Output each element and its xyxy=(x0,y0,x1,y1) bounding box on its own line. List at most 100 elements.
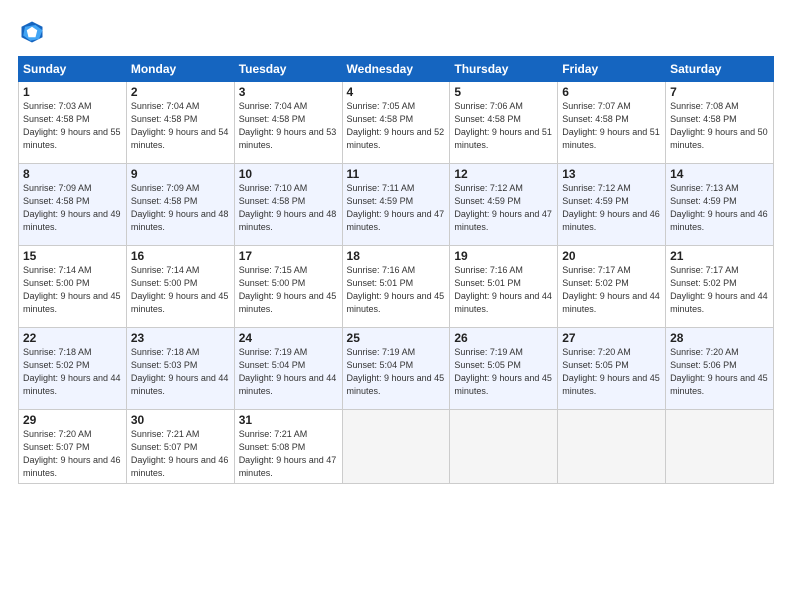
day-number: 30 xyxy=(131,413,230,427)
calendar-cell: 15 Sunrise: 7:14 AMSunset: 5:00 PMDayligh… xyxy=(19,246,127,328)
cell-info: Sunrise: 7:20 AMSunset: 5:05 PMDaylight:… xyxy=(562,347,660,396)
day-number: 25 xyxy=(347,331,446,345)
cell-info: Sunrise: 7:14 AMSunset: 5:00 PMDaylight:… xyxy=(23,265,121,314)
day-number: 10 xyxy=(239,167,338,181)
calendar-cell: 3Sunrise: 7:04 AMSunset: 4:58 PMDaylight… xyxy=(234,82,342,164)
cell-info: Sunrise: 7:20 AMSunset: 5:07 PMDaylight:… xyxy=(23,429,121,478)
day-number: 15 xyxy=(23,249,122,263)
calendar-cell: 16 Sunrise: 7:14 AMSunset: 5:00 PMDayligh… xyxy=(126,246,234,328)
day-number: 16 xyxy=(131,249,230,263)
cell-info: Sunrise: 7:11 AMSunset: 4:59 PMDaylight:… xyxy=(347,183,445,232)
cell-info: Sunrise: 7:19 AMSunset: 5:04 PMDaylight:… xyxy=(239,347,337,396)
cell-info: Sunrise: 7:19 AMSunset: 5:05 PMDaylight:… xyxy=(454,347,552,396)
day-number: 6 xyxy=(562,85,661,99)
cell-info: Sunrise: 7:17 AMSunset: 5:02 PMDaylight:… xyxy=(670,265,768,314)
calendar-cell: 18 Sunrise: 7:16 AMSunset: 5:01 PMDayligh… xyxy=(342,246,450,328)
calendar-cell: 24 Sunrise: 7:19 AMSunset: 5:04 PMDayligh… xyxy=(234,328,342,410)
cell-info: Sunrise: 7:12 AMSunset: 4:59 PMDaylight:… xyxy=(562,183,660,232)
cell-info: Sunrise: 7:17 AMSunset: 5:02 PMDaylight:… xyxy=(562,265,660,314)
calendar-cell: 13 Sunrise: 7:12 AMSunset: 4:59 PMDayligh… xyxy=(558,164,666,246)
calendar-cell: 7 Sunrise: 7:08 AMSunset: 4:58 PMDaylight… xyxy=(666,82,774,164)
day-header-friday: Friday xyxy=(558,57,666,82)
day-number: 19 xyxy=(454,249,553,263)
cell-info: Sunrise: 7:15 AMSunset: 5:00 PMDaylight:… xyxy=(239,265,337,314)
cell-info: Sunrise: 7:21 AMSunset: 5:08 PMDaylight:… xyxy=(239,429,337,478)
cell-info: Sunrise: 7:03 AMSunset: 4:58 PMDaylight:… xyxy=(23,101,121,150)
day-header-sunday: Sunday xyxy=(19,57,127,82)
calendar-cell: 5 Sunrise: 7:06 AMSunset: 4:58 PMDaylight… xyxy=(450,82,558,164)
calendar-cell: 10 Sunrise: 7:10 AMSunset: 4:58 PMDayligh… xyxy=(234,164,342,246)
day-header-saturday: Saturday xyxy=(666,57,774,82)
day-number: 28 xyxy=(670,331,769,345)
calendar-cell: 12Sunrise: 7:12 AMSunset: 4:59 PMDayligh… xyxy=(450,164,558,246)
cell-info: Sunrise: 7:08 AMSunset: 4:58 PMDaylight:… xyxy=(670,101,768,150)
calendar-page: SundayMondayTuesdayWednesdayThursdayFrid… xyxy=(0,0,792,612)
day-number: 27 xyxy=(562,331,661,345)
calendar-cell: 1Sunrise: 7:03 AMSunset: 4:58 PMDaylight… xyxy=(19,82,127,164)
day-number: 22 xyxy=(23,331,122,345)
day-number: 2 xyxy=(131,85,230,99)
cell-info: Sunrise: 7:09 AMSunset: 4:58 PMDaylight:… xyxy=(131,183,229,232)
calendar-cell: 21 Sunrise: 7:17 AMSunset: 5:02 PMDayligh… xyxy=(666,246,774,328)
calendar-cell: 30 Sunrise: 7:21 AMSunset: 5:07 PMDayligh… xyxy=(126,410,234,484)
cell-info: Sunrise: 7:16 AMSunset: 5:01 PMDaylight:… xyxy=(347,265,445,314)
calendar-cell: 27 Sunrise: 7:20 AMSunset: 5:05 PMDayligh… xyxy=(558,328,666,410)
calendar-cell: 23Sunrise: 7:18 AMSunset: 5:03 PMDayligh… xyxy=(126,328,234,410)
day-number: 26 xyxy=(454,331,553,345)
day-number: 12 xyxy=(454,167,553,181)
cell-info: Sunrise: 7:04 AMSunset: 4:58 PMDaylight:… xyxy=(131,101,229,150)
day-header-thursday: Thursday xyxy=(450,57,558,82)
calendar-cell xyxy=(666,410,774,484)
day-number: 13 xyxy=(562,167,661,181)
calendar-cell xyxy=(558,410,666,484)
day-number: 17 xyxy=(239,249,338,263)
day-number: 7 xyxy=(670,85,769,99)
header xyxy=(18,18,774,46)
calendar-cell: 11 Sunrise: 7:11 AMSunset: 4:59 PMDayligh… xyxy=(342,164,450,246)
calendar-cell: 22 Sunrise: 7:18 AMSunset: 5:02 PMDayligh… xyxy=(19,328,127,410)
day-number: 18 xyxy=(347,249,446,263)
cell-info: Sunrise: 7:21 AMSunset: 5:07 PMDaylight:… xyxy=(131,429,229,478)
calendar-cell: 17 Sunrise: 7:15 AMSunset: 5:00 PMDayligh… xyxy=(234,246,342,328)
calendar-table: SundayMondayTuesdayWednesdayThursdayFrid… xyxy=(18,56,774,484)
cell-info: Sunrise: 7:05 AMSunset: 4:58 PMDaylight:… xyxy=(347,101,445,150)
day-number: 5 xyxy=(454,85,553,99)
cell-info: Sunrise: 7:06 AMSunset: 4:58 PMDaylight:… xyxy=(454,101,552,150)
calendar-cell: 9 Sunrise: 7:09 AMSunset: 4:58 PMDaylight… xyxy=(126,164,234,246)
cell-info: Sunrise: 7:10 AMSunset: 4:58 PMDaylight:… xyxy=(239,183,337,232)
day-number: 4 xyxy=(347,85,446,99)
logo xyxy=(18,18,50,46)
cell-info: Sunrise: 7:18 AMSunset: 5:03 PMDaylight:… xyxy=(131,347,229,396)
calendar-cell: 20 Sunrise: 7:17 AMSunset: 5:02 PMDayligh… xyxy=(558,246,666,328)
calendar-cell: 31Sunrise: 7:21 AMSunset: 5:08 PMDayligh… xyxy=(234,410,342,484)
calendar-cell: 4 Sunrise: 7:05 AMSunset: 4:58 PMDaylight… xyxy=(342,82,450,164)
calendar-cell: 19 Sunrise: 7:16 AMSunset: 5:01 PMDayligh… xyxy=(450,246,558,328)
cell-info: Sunrise: 7:07 AMSunset: 4:58 PMDaylight:… xyxy=(562,101,660,150)
calendar-cell: 6 Sunrise: 7:07 AMSunset: 4:58 PMDaylight… xyxy=(558,82,666,164)
cell-info: Sunrise: 7:18 AMSunset: 5:02 PMDaylight:… xyxy=(23,347,121,396)
day-number: 14 xyxy=(670,167,769,181)
day-header-tuesday: Tuesday xyxy=(234,57,342,82)
calendar-cell xyxy=(342,410,450,484)
day-number: 24 xyxy=(239,331,338,345)
day-number: 21 xyxy=(670,249,769,263)
day-header-monday: Monday xyxy=(126,57,234,82)
cell-info: Sunrise: 7:14 AMSunset: 5:00 PMDaylight:… xyxy=(131,265,229,314)
cell-info: Sunrise: 7:19 AMSunset: 5:04 PMDaylight:… xyxy=(347,347,445,396)
calendar-cell xyxy=(450,410,558,484)
calendar-cell: 2 Sunrise: 7:04 AMSunset: 4:58 PMDaylight… xyxy=(126,82,234,164)
cell-info: Sunrise: 7:13 AMSunset: 4:59 PMDaylight:… xyxy=(670,183,768,232)
day-number: 8 xyxy=(23,167,122,181)
cell-info: Sunrise: 7:16 AMSunset: 5:01 PMDaylight:… xyxy=(454,265,552,314)
calendar-cell: 8Sunrise: 7:09 AMSunset: 4:58 PMDaylight… xyxy=(19,164,127,246)
calendar-cell: 25 Sunrise: 7:19 AMSunset: 5:04 PMDayligh… xyxy=(342,328,450,410)
calendar-cell: 26 Sunrise: 7:19 AMSunset: 5:05 PMDayligh… xyxy=(450,328,558,410)
calendar-cell: 28 Sunrise: 7:20 AMSunset: 5:06 PMDayligh… xyxy=(666,328,774,410)
day-number: 11 xyxy=(347,167,446,181)
day-header-wednesday: Wednesday xyxy=(342,57,450,82)
cell-info: Sunrise: 7:20 AMSunset: 5:06 PMDaylight:… xyxy=(670,347,768,396)
logo-icon xyxy=(18,18,46,46)
day-number: 9 xyxy=(131,167,230,181)
calendar-cell: 14 Sunrise: 7:13 AMSunset: 4:59 PMDayligh… xyxy=(666,164,774,246)
day-number: 20 xyxy=(562,249,661,263)
